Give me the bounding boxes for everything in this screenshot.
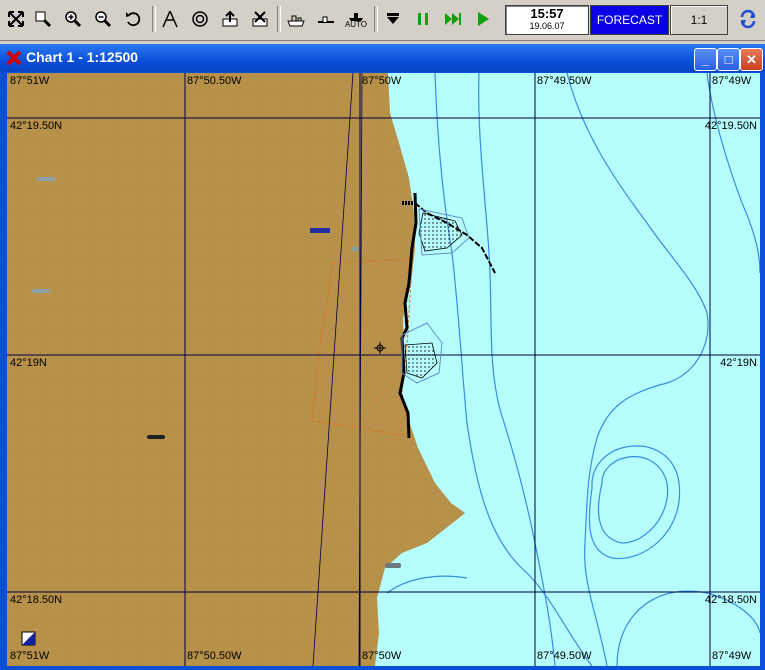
- clock-time: 15:57: [530, 6, 564, 21]
- minimize-button[interactable]: _: [694, 48, 717, 71]
- lon-label-top-1: 87°51W: [10, 75, 50, 87]
- lon-label-bottom-2: 87°50.50W: [187, 650, 242, 662]
- play-icon[interactable]: [470, 5, 496, 33]
- lat-label-right-2: 42°19N: [720, 357, 757, 369]
- lat-label-left-1: 42°19.50N: [10, 120, 63, 132]
- forecast-button[interactable]: FORECAST: [590, 5, 669, 35]
- fast-forward-icon[interactable]: [440, 5, 466, 33]
- chart-canvas: [7, 73, 760, 666]
- auto-mode-icon[interactable]: AUTO: [343, 5, 369, 33]
- refresh-icon[interactable]: [735, 5, 761, 33]
- chart-app-icon: [6, 50, 22, 71]
- lat-label-right-3: 42°18.50N: [704, 594, 757, 606]
- lon-label-bottom-3: 87°50W: [362, 650, 402, 662]
- import-icon[interactable]: [247, 5, 273, 33]
- undo-view-icon[interactable]: [120, 5, 146, 33]
- nautical-chart[interactable]: 87°51W 87°50.50W 87°50W 87°49.50W 87°49W…: [7, 73, 760, 666]
- chart-window-title: Chart 1 - 1:12500: [26, 49, 139, 65]
- chart-window: Chart 1 - 1:12500 _ □ ✕ 87°51W 87°50.50W…: [0, 44, 765, 670]
- clock-date: 19.06.07: [529, 21, 565, 31]
- lon-label-bottom-5: 87°49W: [712, 650, 752, 662]
- chart-scale-icon: [21, 631, 36, 646]
- zoom-out-icon[interactable]: [90, 5, 116, 33]
- toolbar: AUTO 15:57 19.06.07 FORECAST 1:1: [0, 0, 765, 41]
- lon-label-bottom-1: 87°51W: [10, 650, 50, 662]
- toolbar-separator: [152, 6, 156, 32]
- chart-window-titlebar[interactable]: Chart 1 - 1:12500 _ □ ✕: [0, 44, 765, 72]
- lat-label-left-2: 42°19N: [10, 357, 47, 369]
- zoom-fit-icon[interactable]: [3, 5, 29, 33]
- zoom-in-icon[interactable]: [60, 5, 86, 33]
- lon-label-top-2: 87°50.50W: [187, 75, 242, 87]
- stop-icon[interactable]: [380, 5, 406, 33]
- lon-label-top-4: 87°49.50W: [537, 75, 592, 87]
- close-button[interactable]: ✕: [740, 48, 763, 71]
- target-icon[interactable]: [187, 5, 213, 33]
- lon-label-top-3: 87°50W: [362, 75, 402, 87]
- maximize-button[interactable]: □: [717, 48, 740, 71]
- clock-display: 15:57 19.06.07: [505, 5, 589, 35]
- scale-button[interactable]: 1:1: [670, 5, 728, 35]
- lat-label-right-1: 42°19.50N: [704, 120, 757, 132]
- lat-label-left-3: 42°18.50N: [10, 594, 63, 606]
- export-icon[interactable]: [217, 5, 243, 33]
- ship-center-icon[interactable]: [313, 5, 339, 33]
- route-icon[interactable]: [157, 5, 183, 33]
- pause-icon[interactable]: [410, 5, 436, 33]
- auto-label: AUTO: [344, 20, 368, 29]
- lon-label-bottom-4: 87°49.50W: [537, 650, 592, 662]
- lon-label-top-5: 87°49W: [712, 75, 752, 87]
- ship-view-icon[interactable]: [283, 5, 309, 33]
- toolbar-separator: [277, 6, 281, 32]
- zoom-window-icon[interactable]: [30, 5, 56, 33]
- toolbar-separator: [374, 6, 378, 32]
